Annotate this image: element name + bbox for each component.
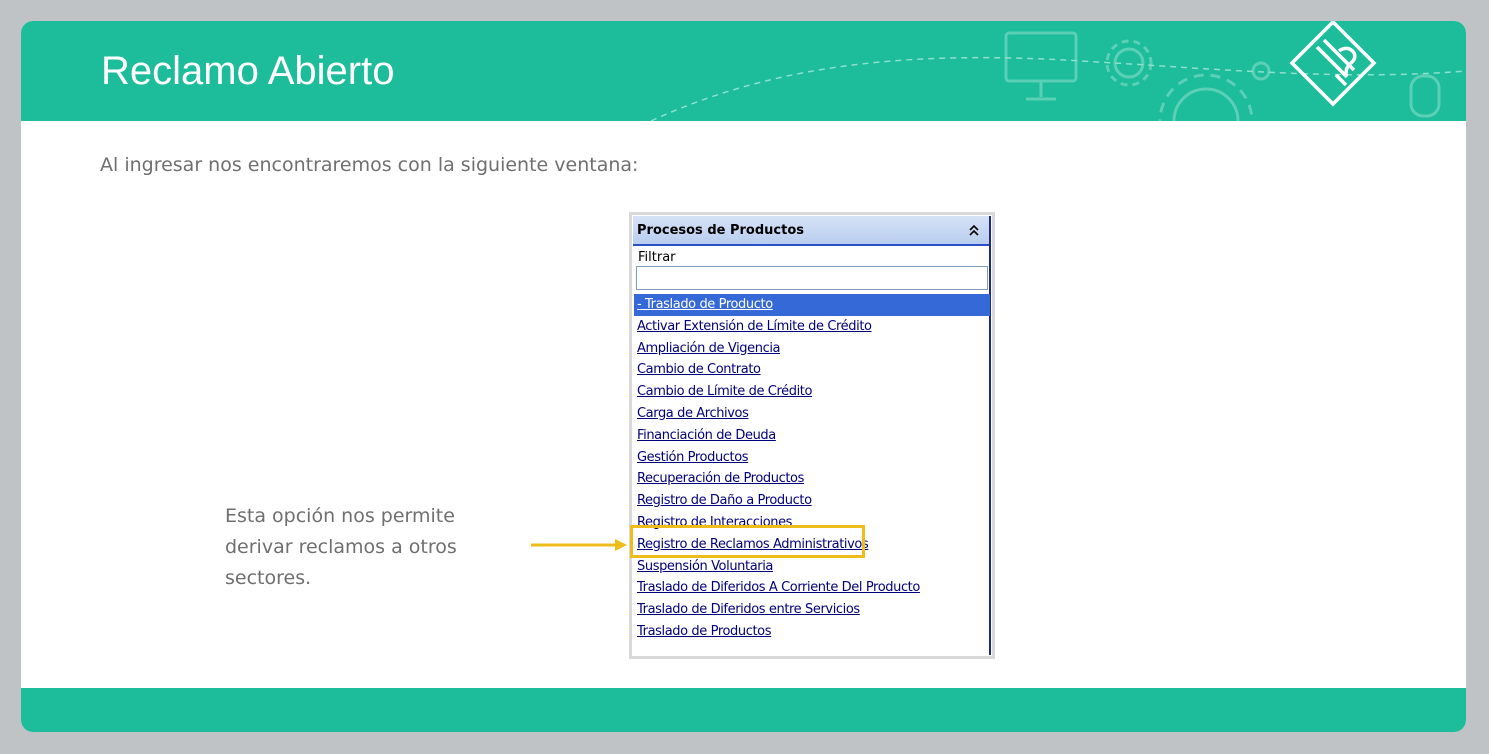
- page-title: Reclamo Abierto: [101, 49, 395, 93]
- filter-input[interactable]: [636, 266, 988, 290]
- list-item-financiacion-deuda[interactable]: Financiación de Deuda: [634, 425, 990, 447]
- panel-header: Procesos de Productos: [633, 216, 989, 246]
- list-item-cambio-limite[interactable]: Cambio de Límite de Crédito: [634, 381, 990, 403]
- arrow-right-icon: [531, 539, 627, 551]
- slide: Reclamo Abierto Al ingresar nos encontra…: [21, 21, 1466, 732]
- process-list: - Traslado de Producto Activar Extensión…: [634, 294, 990, 643]
- list-item-traslado-de-producto[interactable]: - Traslado de Producto: [634, 294, 990, 316]
- intro-text: Al ingresar nos encontraremos con la sig…: [100, 154, 639, 176]
- highlight-box: [630, 525, 865, 558]
- collapse-chevron-icon[interactable]: [968, 223, 980, 237]
- list-item-traslado-diferidos-corriente[interactable]: Traslado de Diferidos A Corriente Del Pr…: [634, 577, 990, 599]
- processes-panel: Procesos de Productos Filtrar - Traslado…: [629, 212, 995, 659]
- header-bar: Reclamo Abierto: [21, 21, 1466, 121]
- list-item-cambio-contrato[interactable]: Cambio de Contrato: [634, 359, 990, 381]
- list-item-activar-extension[interactable]: Activar Extensión de Límite de Crédito: [634, 316, 990, 338]
- annotation-note: Esta opción nos permite derivar reclamos…: [225, 505, 457, 589]
- list-item-suspension-voluntaria[interactable]: Suspensión Voluntaria: [634, 556, 990, 578]
- list-item-gestion-productos[interactable]: Gestión Productos: [634, 447, 990, 469]
- panel-body: Procesos de Productos Filtrar - Traslado…: [633, 216, 991, 655]
- panel-title: Procesos de Productos: [637, 223, 804, 238]
- list-item-recuperacion-productos[interactable]: Recuperación de Productos: [634, 468, 990, 490]
- list-item-traslado-diferidos-servicios[interactable]: Traslado de Diferidos entre Servicios: [634, 599, 990, 621]
- footer-bar: [21, 688, 1466, 732]
- list-item-registro-dano[interactable]: Registro de Daño a Producto: [634, 490, 990, 512]
- filter-label: Filtrar: [638, 250, 676, 265]
- list-item-traslado-productos[interactable]: Traslado de Productos: [634, 621, 990, 643]
- list-item-carga-archivos[interactable]: Carga de Archivos: [634, 403, 990, 425]
- list-item-ampliacion-vigencia[interactable]: Ampliación de Vigencia: [634, 338, 990, 360]
